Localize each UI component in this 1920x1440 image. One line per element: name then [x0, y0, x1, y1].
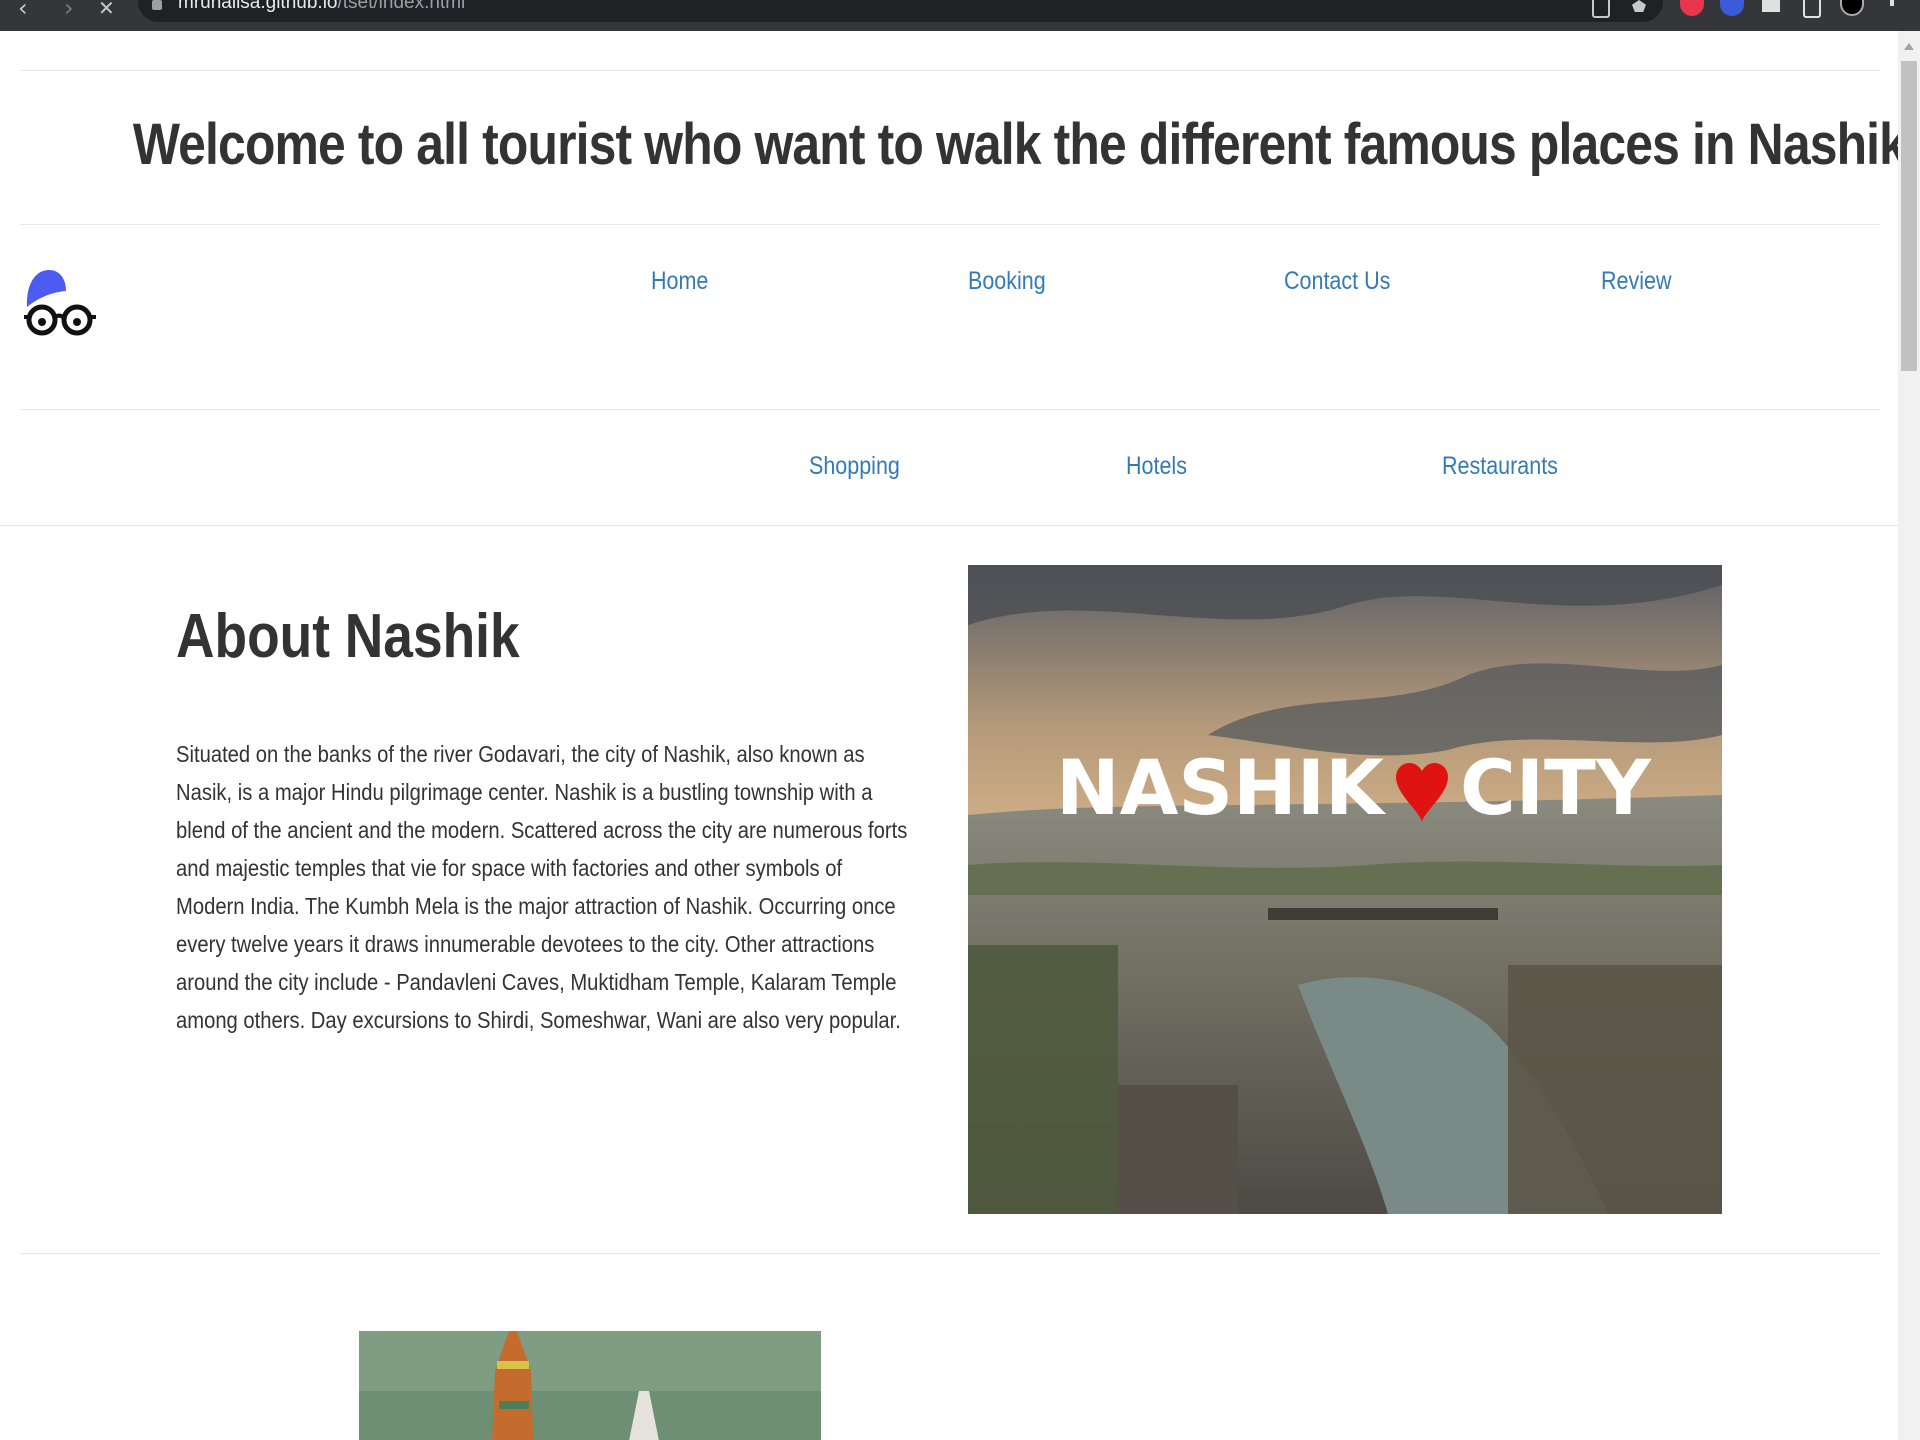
nav-link-hotels[interactable]: Hotels	[1126, 452, 1187, 481]
forward-arrow-icon[interactable]: ›	[64, 0, 74, 22]
scroll-up-arrow-icon[interactable]	[1904, 43, 1914, 50]
caption-nashik: NASHIK	[1056, 743, 1387, 832]
lock-icon	[152, 0, 162, 10]
extension-icon-blue[interactable]	[1720, 0, 1744, 16]
glasses-bridge	[52, 313, 66, 320]
nashik-city-illustration: NASHIK CITY	[968, 565, 1722, 1214]
cap-shape	[26, 270, 67, 307]
about-paragraph: Situated on the banks of the river Godav…	[176, 741, 908, 1033]
stop-loading-icon[interactable]: ✕	[98, 0, 115, 20]
back-arrow-icon[interactable]: ‹	[18, 0, 28, 22]
nav-link-booking[interactable]: Booking	[968, 267, 1046, 296]
right-buildings	[1508, 965, 1722, 1214]
nav-link-home[interactable]: Home	[651, 267, 708, 296]
home-icon[interactable]	[1762, 0, 1780, 12]
welcome-heading: Welcome to all tourist who want to walk …	[132, 112, 1898, 177]
nav-link-review[interactable]: Review	[1601, 267, 1672, 296]
extension-icon-red[interactable]	[1680, 0, 1704, 16]
profile-avatar-icon[interactable]	[1840, 0, 1864, 16]
nav-link-contact-us[interactable]: Contact Us	[1284, 267, 1390, 296]
nav-link-restaurants[interactable]: Restaurants	[1442, 452, 1558, 481]
left-trees	[968, 945, 1118, 1214]
page-scrollbar[interactable]	[1898, 31, 1920, 1440]
divider	[20, 1253, 1880, 1254]
scroll-thumb[interactable]	[1901, 61, 1917, 371]
nav-link-shopping[interactable]: Shopping	[809, 452, 900, 481]
left-pupil	[38, 318, 46, 326]
menu-dots-icon[interactable]	[1890, 0, 1894, 6]
divider	[20, 409, 1880, 410]
temple-photo	[359, 1331, 821, 1440]
caption-city: CITY	[1460, 743, 1652, 832]
right-pupil	[73, 318, 81, 326]
spire-band	[499, 1401, 529, 1409]
site-logo[interactable]	[22, 265, 98, 339]
tree-line	[968, 861, 1722, 895]
url-text[interactable]: mrunalisa.github.io/tset/index.html	[178, 0, 465, 14]
address-bar[interactable]: mrunalisa.github.io/tset/index.html	[138, 0, 1663, 22]
nashik-city-photo: NASHIK CITY	[968, 565, 1722, 1214]
glasses-cap-logo	[24, 270, 96, 336]
tab-search-icon[interactable]	[1803, 0, 1821, 18]
divider	[20, 224, 1880, 225]
hillside-top	[359, 1331, 821, 1391]
divider	[20, 70, 1880, 71]
divider	[0, 525, 1898, 526]
about-heading: About Nashik	[176, 602, 520, 671]
browser-toolbar: ‹ › ✕ mrunalisa.github.io/tset/index.htm…	[0, 0, 1920, 31]
page-content: Welcome to all tourist who want to walk …	[0, 31, 1898, 1440]
share-icon[interactable]	[1592, 0, 1610, 18]
ghat-building	[1118, 1085, 1238, 1214]
spire-band	[497, 1361, 529, 1369]
bridge	[1268, 908, 1498, 920]
temple-illustration	[359, 1331, 821, 1440]
